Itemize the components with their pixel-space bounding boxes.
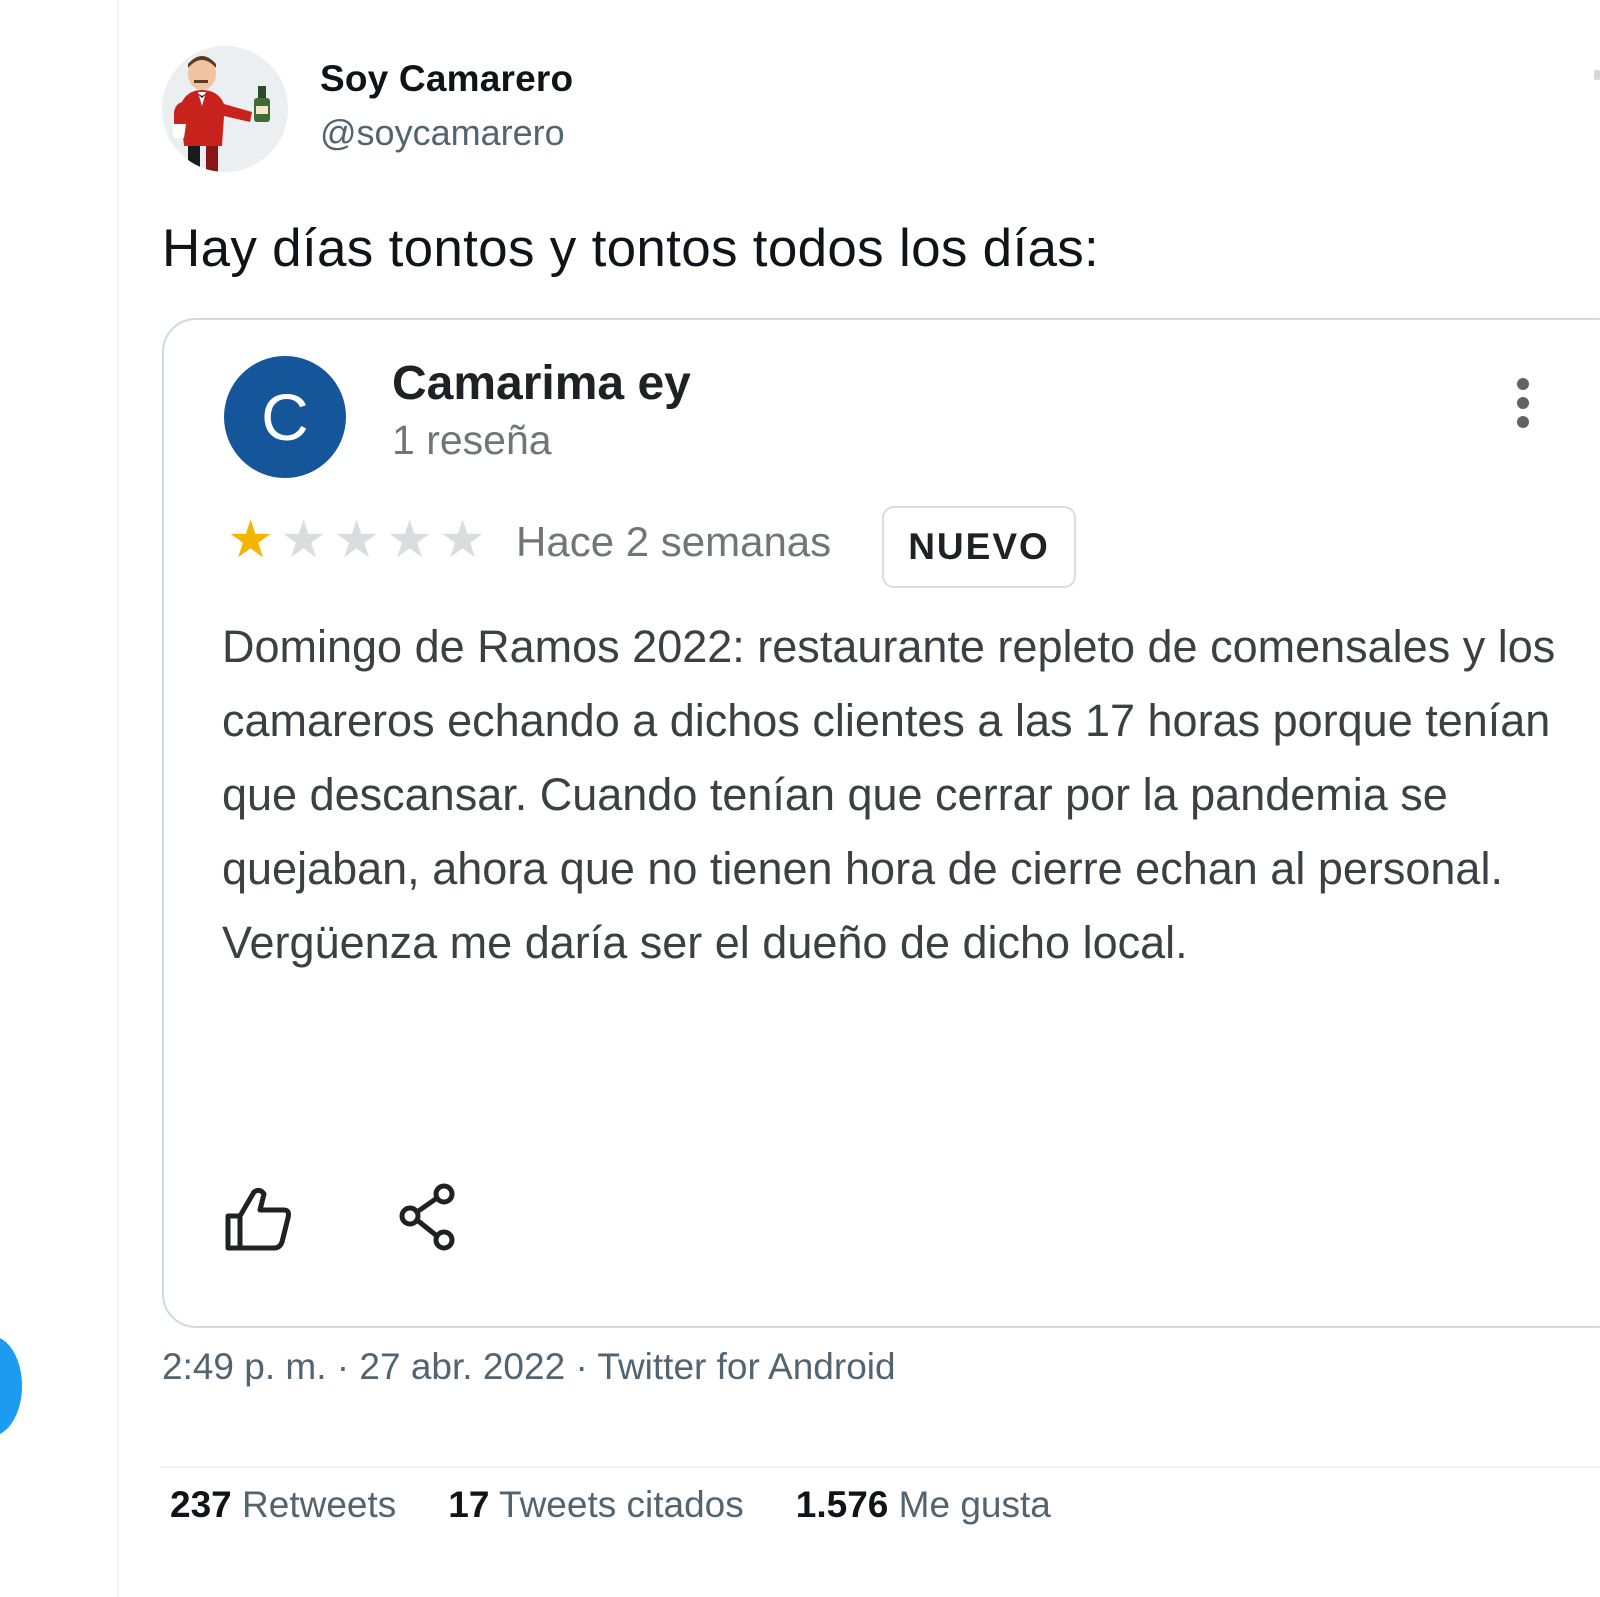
tweet-text: Hay días tontos y tontos todos los días:: [162, 219, 1100, 278]
quote-tweets-stat[interactable]: 17 Tweets citados: [448, 1484, 744, 1526]
meta-separator: ·: [565, 1346, 598, 1387]
quotes-count: 17: [448, 1484, 490, 1525]
retweets-stat[interactable]: 237 Retweets: [170, 1484, 396, 1526]
likes-stat[interactable]: 1.576 Me gusta: [796, 1484, 1051, 1526]
tweet-meta: 2:49 p. m. · 27 abr. 2022 · Twitter for …: [162, 1346, 896, 1388]
stats-divider: [160, 1466, 1600, 1468]
waiter-avatar-image: [162, 46, 288, 172]
tweet-page: Soy Camarero @soycamarero Hay días tonto…: [0, 0, 1600, 1597]
review-count: 1 reseña: [392, 417, 552, 463]
tweet-source[interactable]: Twitter for Android: [597, 1346, 895, 1387]
author-avatar[interactable]: [162, 46, 288, 172]
retweets-count: 237: [170, 1484, 232, 1525]
new-badge: NUEVO: [882, 506, 1076, 588]
author-handle[interactable]: @soycamarero: [320, 112, 565, 154]
star-empty-icon: ★: [333, 511, 380, 569]
reviewer-name[interactable]: Camarima ey: [392, 356, 691, 411]
likes-count: 1.576: [795, 1484, 889, 1525]
share-icon[interactable]: [394, 1180, 464, 1256]
likes-label: Me gusta: [898, 1484, 1051, 1525]
retweets-label: Retweets: [242, 1484, 397, 1525]
quotes-label: Tweets citados: [499, 1484, 744, 1525]
tweet-date[interactable]: 27 abr. 2022: [359, 1346, 565, 1387]
author-name[interactable]: Soy Camarero: [320, 58, 573, 100]
reviewer-avatar[interactable]: C: [224, 356, 346, 478]
star-filled-icon: ★: [227, 511, 274, 569]
tweet-stats: 237 Retweets 17 Tweets citados 1.576 Me …: [170, 1484, 1103, 1526]
star-empty-icon: ★: [439, 511, 486, 569]
sidebar-divider: [117, 0, 119, 1597]
tweet-time[interactable]: 2:49 p. m.: [162, 1346, 327, 1387]
review-text: Domingo de Ramos 2022: restaurante reple…: [222, 621, 1556, 968]
thumb-up-icon[interactable]: [222, 1180, 298, 1256]
meta-separator: ·: [326, 1346, 360, 1387]
tweet-more-icon[interactable]: [1594, 70, 1600, 80]
compose-tweet-button[interactable]: [0, 1336, 22, 1436]
star-rating: ★ ★ ★ ★ ★: [224, 510, 489, 570]
review-date: Hace 2 semanas: [516, 518, 832, 565]
star-empty-icon: ★: [280, 511, 327, 569]
review-card[interactable]: C Camarima ey 1 reseña ★ ★ ★ ★ ★ Hace 2 sema…: [162, 318, 1600, 1328]
more-vert-icon[interactable]: [1513, 378, 1533, 438]
star-empty-icon: ★: [386, 511, 433, 569]
